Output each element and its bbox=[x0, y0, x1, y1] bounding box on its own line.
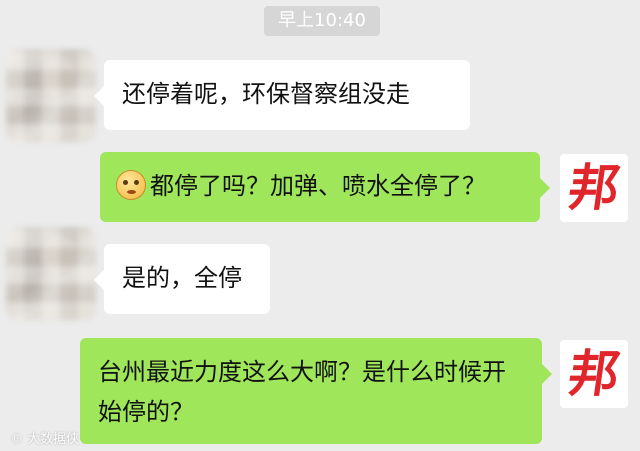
message-text: 是的，全停 bbox=[122, 264, 242, 292]
avatar-sent-2[interactable]: 邦 bbox=[560, 340, 628, 408]
bang-logo-text: 邦 bbox=[564, 345, 624, 403]
worried-face-icon bbox=[116, 170, 146, 200]
chat-timestamp: 早上10:40 bbox=[264, 6, 380, 36]
avatar-received-2[interactable] bbox=[6, 228, 96, 320]
bang-logo-text: 邦 bbox=[564, 159, 624, 217]
message-bubble-sent-1[interactable]: 都停了吗？加弹、喷水全停了？ bbox=[100, 152, 550, 222]
message-text: 台州最近力度这么大啊？是什么时候开始停的？ bbox=[98, 358, 506, 426]
avatar-sent-1[interactable]: 邦 bbox=[560, 154, 628, 222]
avatar-received-1[interactable] bbox=[6, 50, 96, 142]
message-bubble-received-1[interactable]: 还停着呢，环保督察组没走 bbox=[94, 60, 470, 130]
message-text: 都停了吗？加弹、喷水全停了？ bbox=[150, 172, 486, 200]
watermark: © 大数据侠 bbox=[10, 432, 80, 447]
message-text: 还停着呢，环保督察组没走 bbox=[122, 80, 410, 108]
message-bubble-sent-2[interactable]: 台州最近力度这么大啊？是什么时候开始停的？ bbox=[80, 338, 552, 444]
message-bubble-received-2[interactable]: 是的，全停 bbox=[94, 244, 270, 314]
watermark-text: 大数据侠 bbox=[27, 432, 80, 447]
